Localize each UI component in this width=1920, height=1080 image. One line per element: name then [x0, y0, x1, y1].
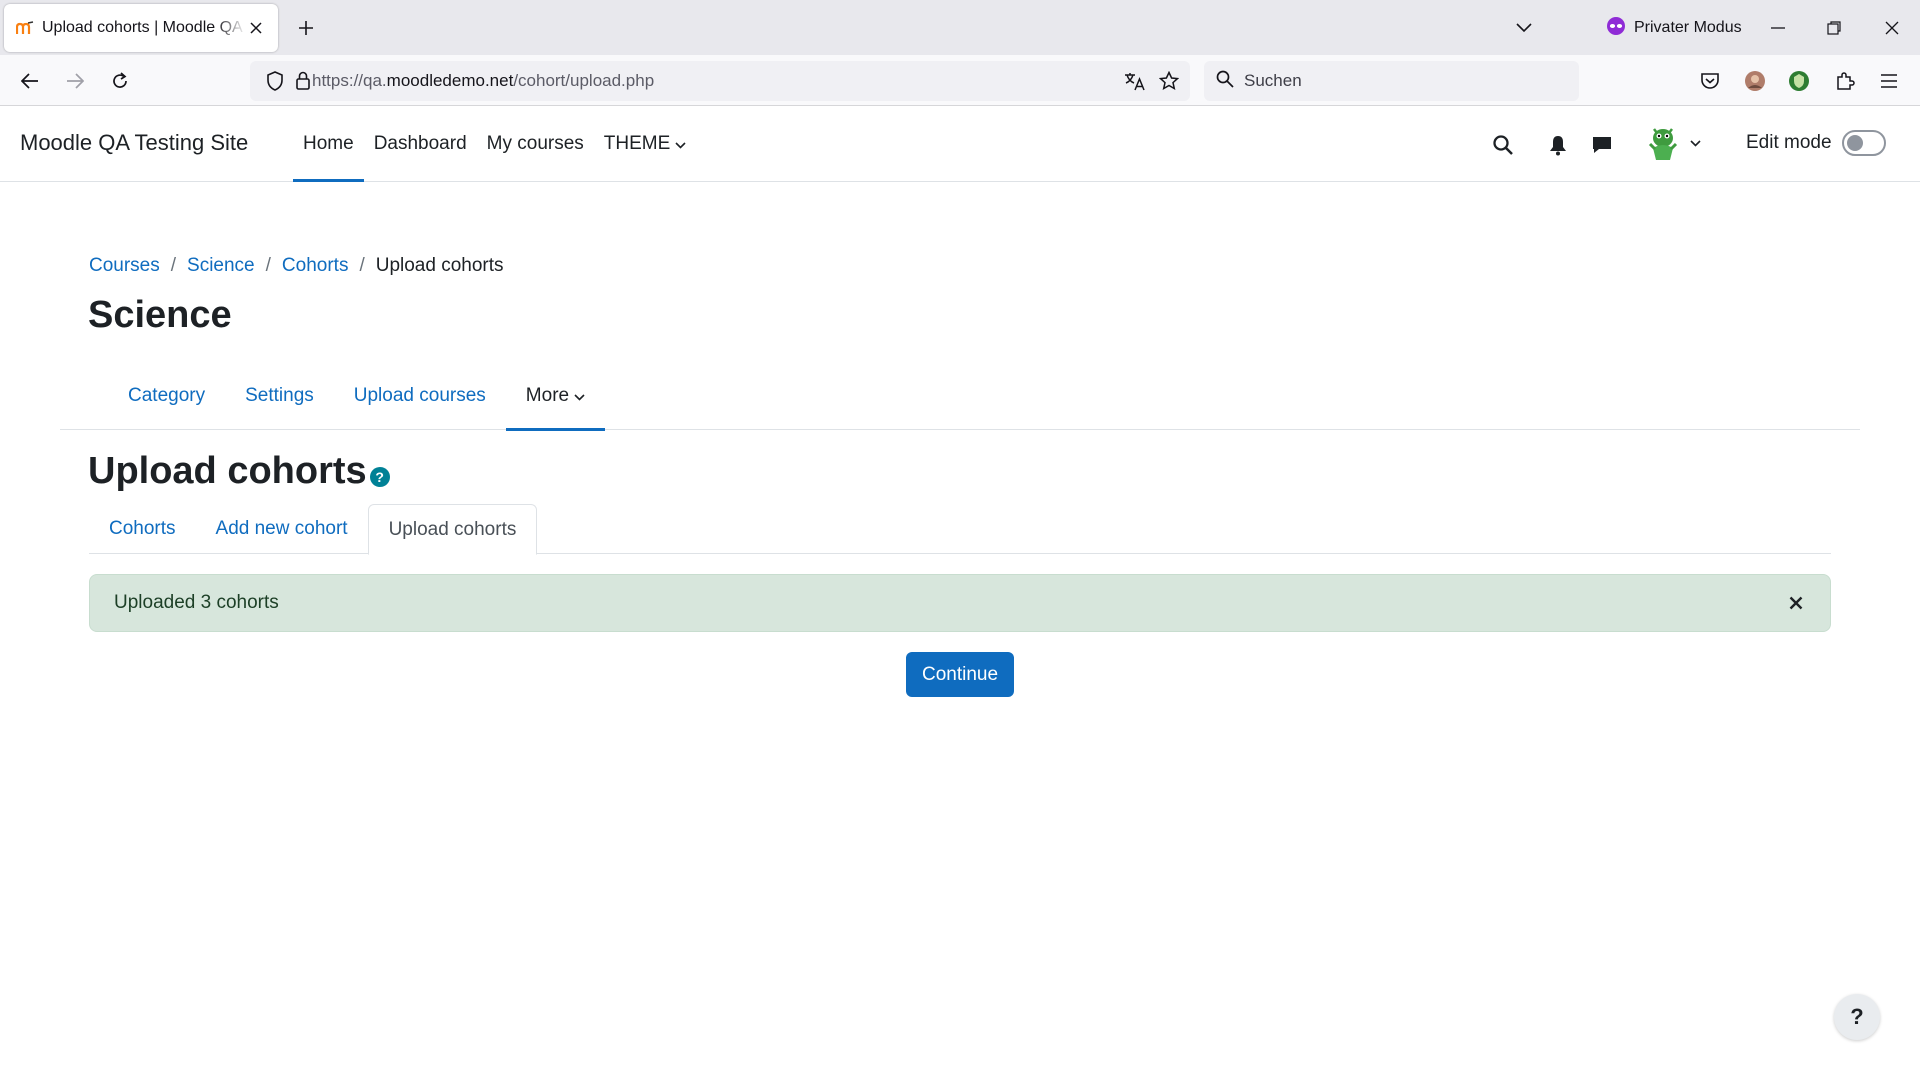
close-tab-icon[interactable]: [246, 18, 266, 38]
reload-icon[interactable]: [102, 63, 138, 99]
nav-my-courses-label: My courses: [486, 133, 584, 154]
url-text: https://qa.moodledemo.net/cohort/upload.…: [312, 71, 654, 91]
breadcrumb-current: Upload cohorts: [375, 255, 504, 276]
browser-tab-title: Upload cohorts | Moodle QA Testing Site: [42, 19, 246, 36]
tab-upload-cohorts-label: Upload cohorts: [388, 518, 517, 540]
help-question-icon[interactable]: ?: [369, 467, 390, 487]
restore-icon[interactable]: [1816, 10, 1852, 46]
breadcrumb: Courses / Science / Cohorts / Upload coh…: [89, 255, 504, 277]
user-menu-chevron-icon[interactable]: [1690, 134, 1701, 152]
breadcrumb-separator: /: [265, 255, 271, 276]
breadcrumb-courses[interactable]: Courses: [89, 255, 160, 277]
messages-icon[interactable]: [1589, 132, 1615, 158]
section-heading-text: Upload cohorts: [88, 450, 367, 492]
browser-tab-strip: Upload cohorts | Moodle QA Testing Site …: [0, 0, 1920, 55]
site-name[interactable]: Moodle QA Testing Site: [20, 130, 248, 156]
moodle-navbar: Moodle QA Testing Site Home Dashboard My…: [0, 106, 1920, 182]
bell-icon[interactable]: [1545, 132, 1571, 158]
shield-icon[interactable]: [264, 70, 286, 92]
toggle-knob: [1847, 135, 1863, 151]
breadcrumb-separator: /: [170, 255, 177, 276]
private-mask-icon: [1606, 16, 1626, 41]
edit-mode-toggle[interactable]: [1842, 130, 1886, 156]
close-window-icon[interactable]: [1874, 10, 1910, 46]
breadcrumb-separator: /: [359, 255, 365, 276]
forward-icon[interactable]: [57, 63, 93, 99]
minimize-icon[interactable]: [1760, 10, 1796, 46]
tab-cohorts-label: Cohorts: [109, 518, 176, 539]
breadcrumb-cohorts[interactable]: Cohorts: [282, 255, 349, 277]
secondary-nav-more-label: More: [525, 385, 570, 406]
tab-add-new-cohort[interactable]: Add new cohort: [196, 504, 368, 554]
profile-extension-icon[interactable]: [1742, 68, 1768, 94]
back-icon[interactable]: [12, 63, 48, 99]
continue-button[interactable]: Continue: [906, 652, 1014, 697]
browser-toolbar: https://qa.moodledemo.net/cohort/upload.…: [0, 55, 1920, 106]
secondary-nav-upload-courses[interactable]: Upload courses: [334, 362, 506, 430]
secondary-nav-settings-label: Settings: [245, 385, 314, 406]
translate-icon[interactable]: [1124, 70, 1146, 92]
tab-list-chevron-icon[interactable]: [1510, 14, 1538, 42]
tab-upload-cohorts[interactable]: Upload cohorts: [367, 504, 538, 555]
nav-theme-dropdown[interactable]: THEME: [594, 106, 697, 182]
url-bar[interactable]: https://qa.moodledemo.net/cohort/upload.…: [250, 61, 1190, 101]
close-icon[interactable]: [1786, 593, 1806, 613]
success-alert: Uploaded 3 cohorts: [89, 574, 1831, 632]
search-icon: [1216, 70, 1234, 93]
secondary-nav-category-label: Category: [128, 385, 206, 406]
secondary-nav-category[interactable]: Category: [108, 362, 225, 430]
breadcrumb-science[interactable]: Science: [187, 255, 255, 277]
secondary-nav-settings[interactable]: Settings: [225, 362, 334, 430]
shield-extension-icon[interactable]: [1786, 68, 1812, 94]
nav-dashboard[interactable]: Dashboard: [364, 106, 477, 182]
menu-hamburger-icon[interactable]: [1876, 68, 1902, 94]
section-heading: Upload cohorts ?: [88, 450, 390, 493]
tab-add-new-cohort-label: Add new cohort: [215, 518, 348, 539]
private-mode-indicator: Privater Modus: [1606, 14, 1742, 42]
url-host: moodledemo.net: [386, 71, 514, 90]
new-tab-icon[interactable]: [292, 14, 320, 42]
url-prefix: https://qa.: [312, 71, 387, 90]
nav-theme-label: THEME: [603, 133, 671, 154]
search-icon[interactable]: [1490, 132, 1516, 158]
secondary-nav-more[interactable]: More: [505, 362, 606, 431]
user-avatar[interactable]: [1642, 122, 1684, 164]
cohort-tabs: Cohorts Add new cohort Upload cohorts: [89, 504, 1831, 555]
nav-home-label: Home: [303, 133, 354, 154]
lock-icon[interactable]: [292, 70, 314, 92]
private-mode-label: Privater Modus: [1634, 19, 1742, 36]
url-path: /cohort/upload.php: [513, 71, 655, 90]
tab-cohorts[interactable]: Cohorts: [89, 504, 196, 554]
moodle-favicon-icon: [16, 19, 34, 37]
nav-my-courses[interactable]: My courses: [477, 106, 594, 182]
browser-search-bar[interactable]: [1204, 61, 1579, 101]
secondary-navigation: Category Settings Upload courses More: [60, 362, 1860, 431]
extensions-puzzle-icon[interactable]: [1832, 68, 1858, 94]
edit-mode-label: Edit mode: [1746, 132, 1832, 153]
pocket-icon[interactable]: [1697, 68, 1723, 94]
nav-dashboard-label: Dashboard: [373, 133, 467, 154]
primary-navigation: Home Dashboard My courses THEME: [293, 106, 696, 182]
bookmark-star-icon[interactable]: [1158, 70, 1180, 92]
alert-message: Uploaded 3 cohorts: [114, 592, 279, 613]
browser-tab[interactable]: Upload cohorts | Moodle QA Testing Site: [4, 4, 278, 52]
secondary-nav-upload-courses-label: Upload courses: [353, 385, 486, 406]
nav-home[interactable]: Home: [293, 106, 364, 182]
browser-search-input[interactable]: [1244, 71, 1564, 91]
footer-help-button[interactable]: ?: [1834, 994, 1880, 1040]
page-title: Science: [88, 294, 232, 336]
chevron-down-icon: [574, 385, 585, 407]
chevron-down-icon: [675, 133, 686, 155]
